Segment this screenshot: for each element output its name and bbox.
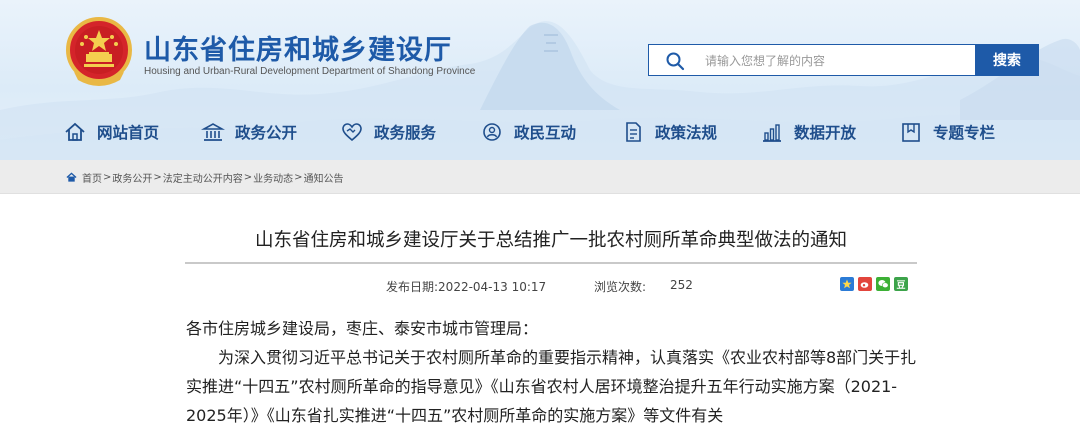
article-title: 山东省住房和城乡建设厅关于总结推广一批农村厕所革命典型做法的通知: [254, 230, 847, 251]
nav-item-label: 政务服务: [374, 124, 437, 142]
breadcrumb-item-statutory[interactable]: 法定主动公开内容: [163, 170, 243, 185]
breadcrumb-separator: >: [153, 172, 162, 183]
breadcrumb-item-home[interactable]: 首页: [82, 170, 102, 185]
nav-item-label: 政务公开: [235, 124, 298, 142]
breadcrumb-separator: >: [243, 172, 253, 183]
nav-item-special-topics[interactable]: 专题专栏: [899, 118, 995, 146]
nav-item-label: 数据开放: [794, 124, 857, 142]
article-salutation: 各市住房城乡建设局，枣庄、泰安市城市管理局：: [186, 319, 539, 338]
main-nav: 网站首页 政务公开 政务服务 政民互动 政策法规 数据开放 专题专栏: [60, 118, 1080, 146]
views-count: 252: [670, 278, 693, 292]
nav-item-label: 政策法规: [655, 124, 718, 142]
article-body: 各市住房城乡建设局，枣庄、泰安市城市管理局： 为深入贯彻习近平总书记关于农村厕所…: [186, 314, 918, 430]
breadcrumb-separator: >: [294, 172, 303, 183]
nav-item-label: 专题专栏: [933, 124, 996, 142]
nav-item-open-data[interactable]: 数据开放: [760, 118, 856, 146]
nav-item-gov-services[interactable]: 政务服务: [340, 118, 436, 146]
title-divider: [185, 262, 917, 264]
share-qzone-icon[interactable]: [840, 277, 854, 291]
breadcrumb-item-business[interactable]: 业务动态: [253, 170, 293, 185]
national-emblem-logo: [66, 17, 132, 86]
article-paragraph: 为深入贯彻习近平总书记关于农村厕所革命的重要指示精神，认真落实《农业农村部等8部…: [186, 348, 917, 425]
interaction-icon: [480, 120, 504, 144]
share-wechat-icon[interactable]: [876, 277, 890, 291]
site-title: 山东省住房和城乡建设厅: [144, 35, 452, 66]
share-bar: 豆: [840, 277, 912, 291]
document-icon: [621, 120, 645, 144]
nav-item-interaction[interactable]: 政民互动: [480, 118, 576, 146]
nav-item-label: 网站首页: [97, 124, 160, 142]
publish-date: 发布日期:2022-04-13 10:17: [386, 280, 547, 294]
bookmark-icon: [899, 120, 923, 144]
building-icon: [201, 120, 225, 144]
share-weibo-icon[interactable]: [858, 277, 872, 291]
nav-item-label: 政民互动: [514, 124, 577, 142]
search-box: [648, 44, 976, 76]
site-subtitle: Housing and Urban-Rural Development Depa…: [144, 66, 476, 77]
breadcrumb-item-notices[interactable]: 通知公告: [304, 170, 344, 185]
breadcrumb-bar: 首页 > 政务公开 > 法定主动公开内容 > 业务动态 > 通知公告: [0, 160, 1080, 194]
search-button[interactable]: 搜索: [975, 44, 1039, 76]
home-icon: [66, 172, 77, 182]
nav-item-policy[interactable]: 政策法规: [621, 118, 717, 146]
home-icon: [63, 120, 87, 144]
site-header: 山东省住房和城乡建设厅 Housing and Urban-Rural Deve…: [0, 0, 1080, 160]
share-douban-icon[interactable]: 豆: [894, 277, 908, 291]
breadcrumb: 首页 > 政务公开 > 法定主动公开内容 > 业务动态 > 通知公告: [66, 170, 344, 185]
breadcrumb-separator: >: [103, 172, 112, 183]
search-icon: [666, 52, 685, 71]
nav-item-gov-affairs[interactable]: 政务公开: [201, 118, 297, 146]
breadcrumb-item-gov-affairs[interactable]: 政务公开: [112, 170, 152, 185]
bar-chart-icon: [760, 120, 784, 144]
views-label: 浏览次数:: [594, 280, 647, 294]
search-input[interactable]: [705, 50, 965, 72]
handshake-icon: [340, 120, 364, 144]
nav-item-home[interactable]: 网站首页: [63, 118, 159, 146]
